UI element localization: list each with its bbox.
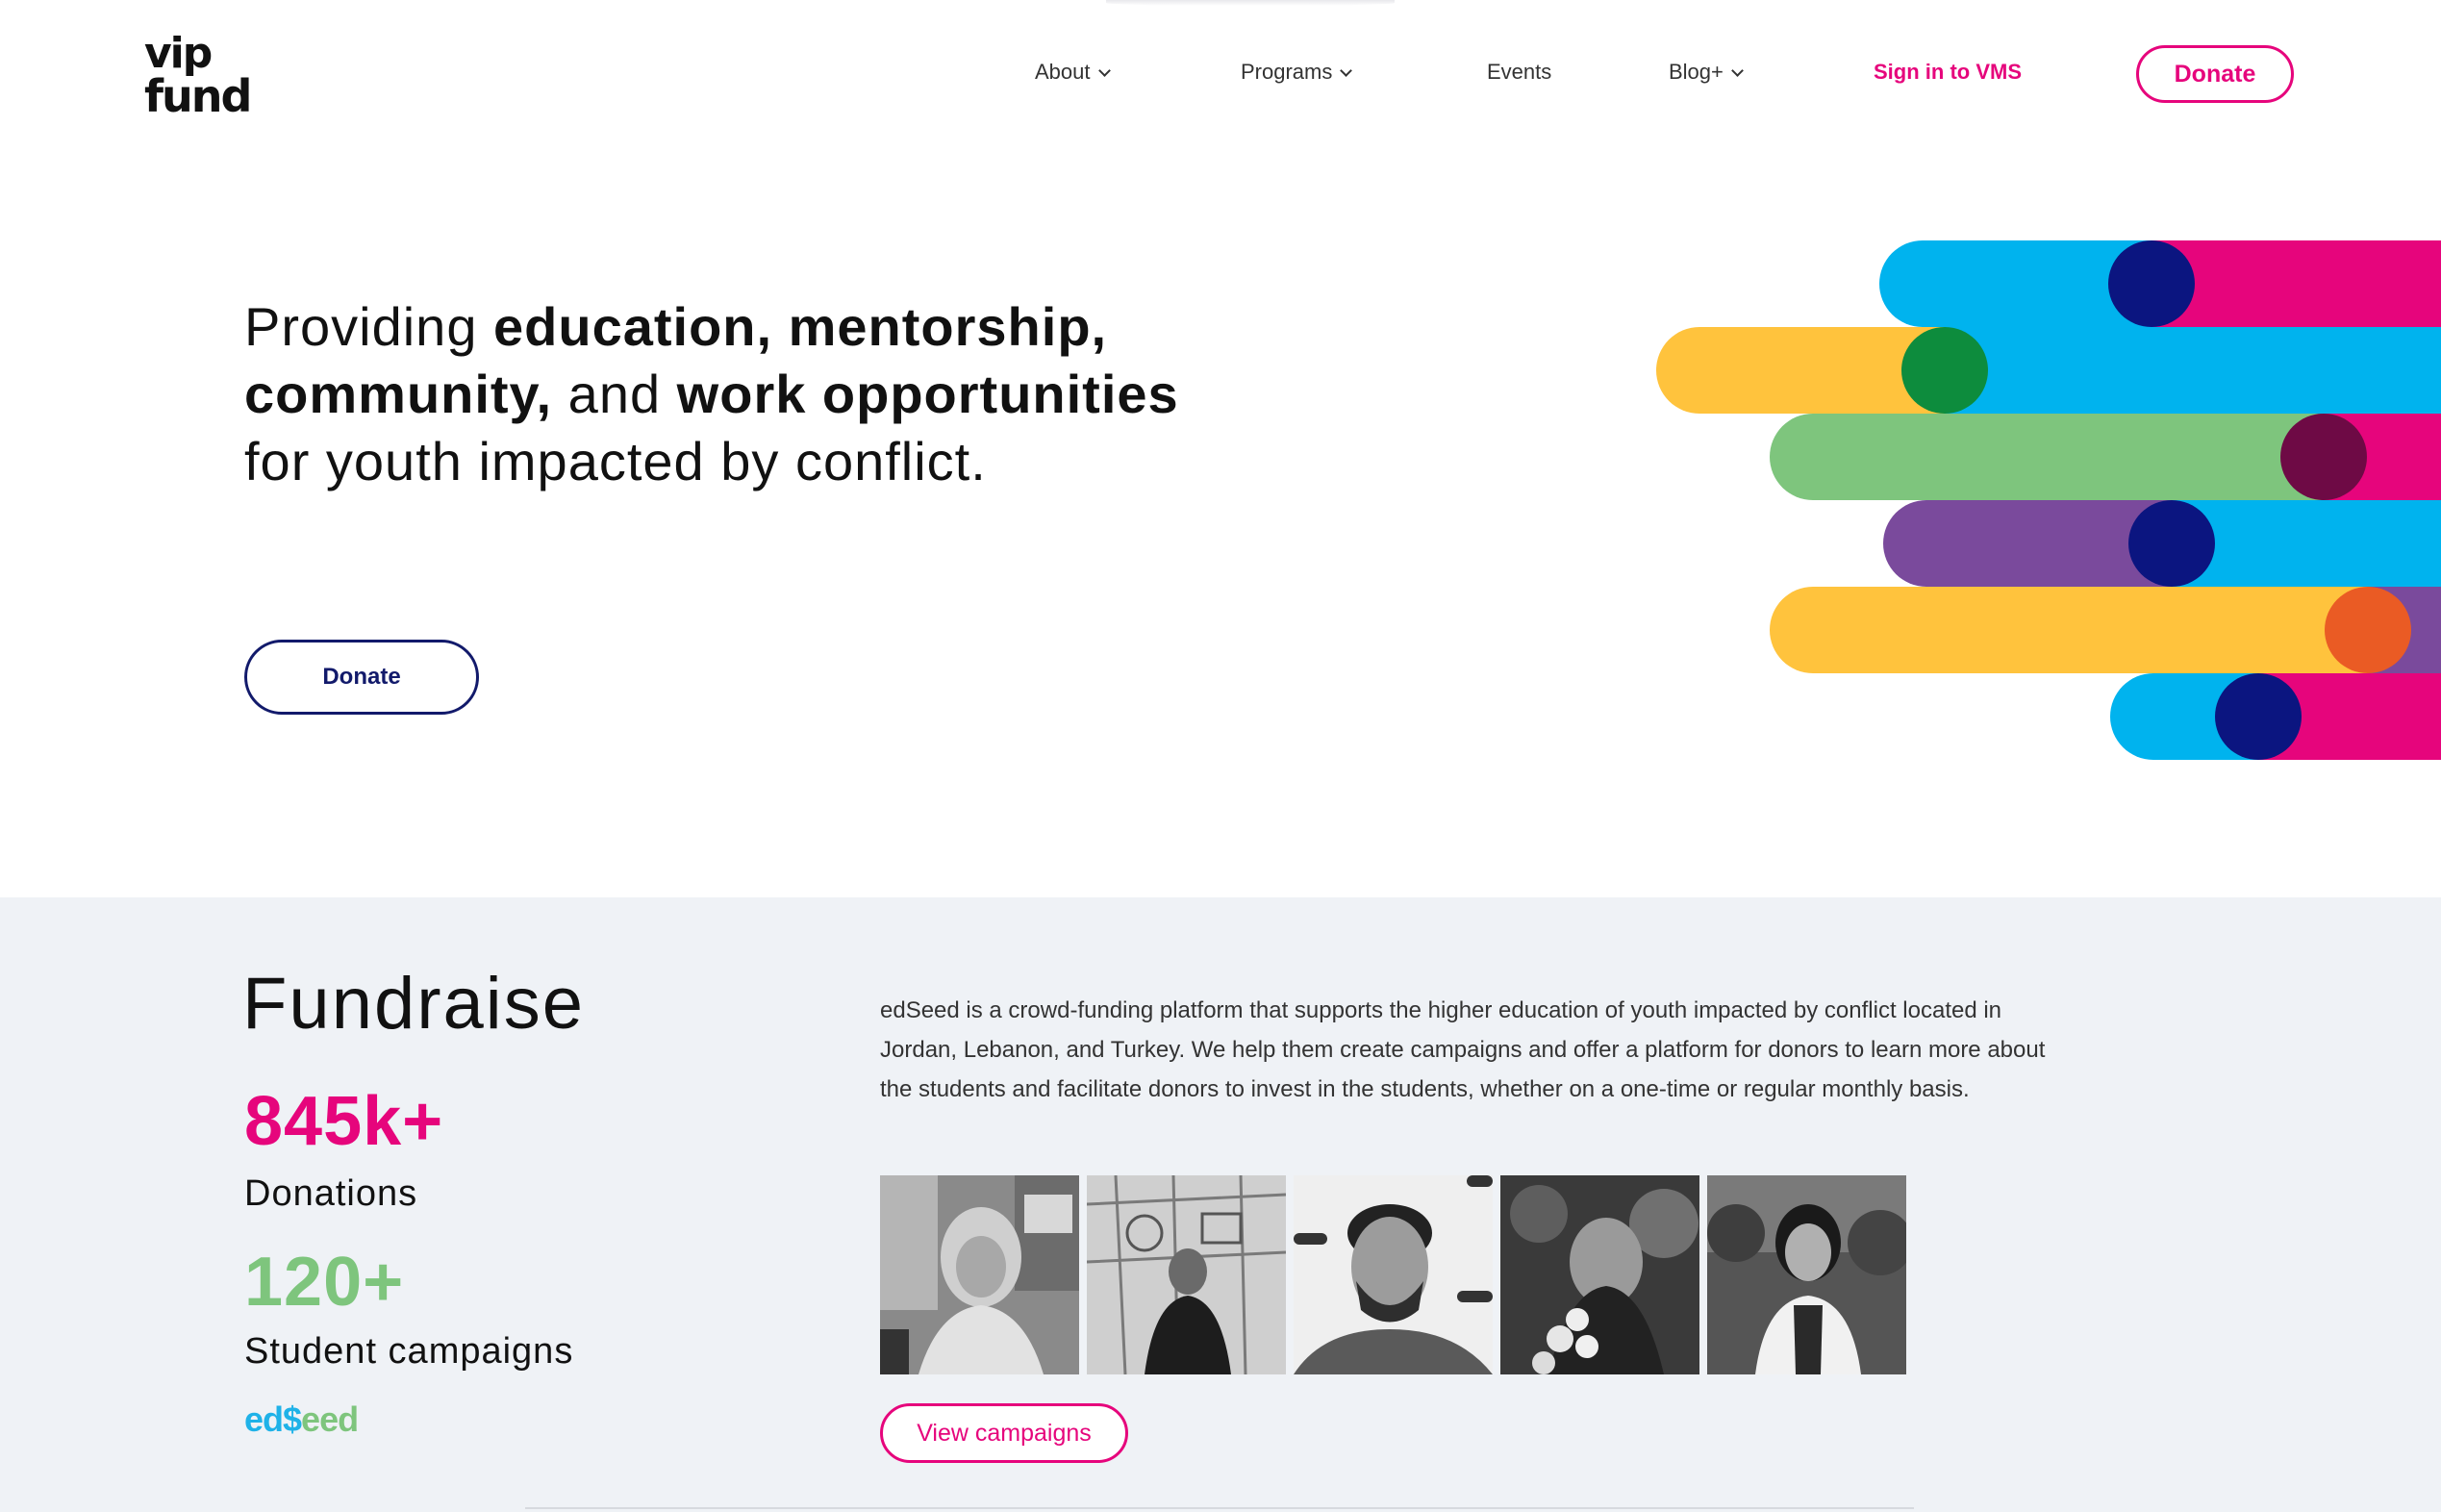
campaigns-stat-label: Student campaigns: [244, 1331, 574, 1372]
site-header: vip fund About Programs Events Blog+ Sig…: [0, 0, 2441, 164]
sign-in-link[interactable]: Sign in to VMS: [1874, 60, 2022, 85]
header-donate-button[interactable]: Donate: [2136, 45, 2294, 103]
edseed-logo-part1: ed: [244, 1399, 284, 1439]
hero-headline: Providing education, mentorship, communi…: [244, 293, 1206, 495]
vipfund-logo[interactable]: vip fund: [144, 33, 260, 119]
edseed-logo-part2: eed: [301, 1399, 359, 1439]
student-photo-5[interactable]: [1707, 1175, 1906, 1374]
nav-blog-label: Blog+: [1669, 60, 1724, 84]
edseed-description: edSeed is a crowd-funding platform that …: [880, 997, 2046, 1102]
logo-line2: fund: [144, 70, 252, 122]
student-photo-1[interactable]: [880, 1175, 1079, 1374]
hero-text-3: for youth impacted by conflict.: [244, 431, 987, 491]
header-shadow: [1106, 0, 1395, 6]
logo-line1: vip: [144, 29, 213, 78]
student-photo-2[interactable]: [1087, 1175, 1286, 1374]
student-photo-4[interactable]: [1500, 1175, 1699, 1374]
view-campaigns-button[interactable]: View campaigns: [880, 1403, 1128, 1463]
nav-blog[interactable]: Blog+: [1669, 60, 1744, 85]
nav-about-label: About: [1035, 60, 1091, 84]
chevron-down-icon: [1340, 63, 1353, 77]
nav-programs-label: Programs: [1241, 60, 1333, 84]
donations-stat-value: 845k+: [244, 1083, 444, 1160]
hero-stripes-illustration: [1656, 240, 2441, 760]
donations-stat-label: Donations: [244, 1173, 418, 1214]
student-photo-strip: [880, 1175, 1906, 1374]
nav-about[interactable]: About: [1035, 60, 1111, 85]
student-photo-3[interactable]: [1294, 1175, 1493, 1374]
hero-donate-button[interactable]: Donate: [244, 640, 479, 715]
chevron-down-icon: [1731, 63, 1744, 77]
hero-text-2: and: [552, 364, 677, 424]
nav-events-label: Events: [1487, 60, 1552, 84]
edseed-logo[interactable]: ed $ eed: [244, 1399, 359, 1440]
fundraise-title: Fundraise: [242, 963, 585, 1045]
nav-events[interactable]: Events: [1487, 60, 1551, 85]
chevron-down-icon: [1097, 63, 1111, 77]
hero-text-1: Providing: [244, 296, 494, 357]
section-divider: [525, 1507, 1914, 1509]
page: vip fund About Programs Events Blog+ Sig…: [0, 0, 2441, 1512]
hero-bold-2: work opportunities: [676, 364, 1179, 424]
nav-programs[interactable]: Programs: [1241, 60, 1353, 85]
campaigns-stat-value: 120+: [244, 1244, 405, 1321]
edseed-logo-dollar: $: [283, 1399, 302, 1439]
